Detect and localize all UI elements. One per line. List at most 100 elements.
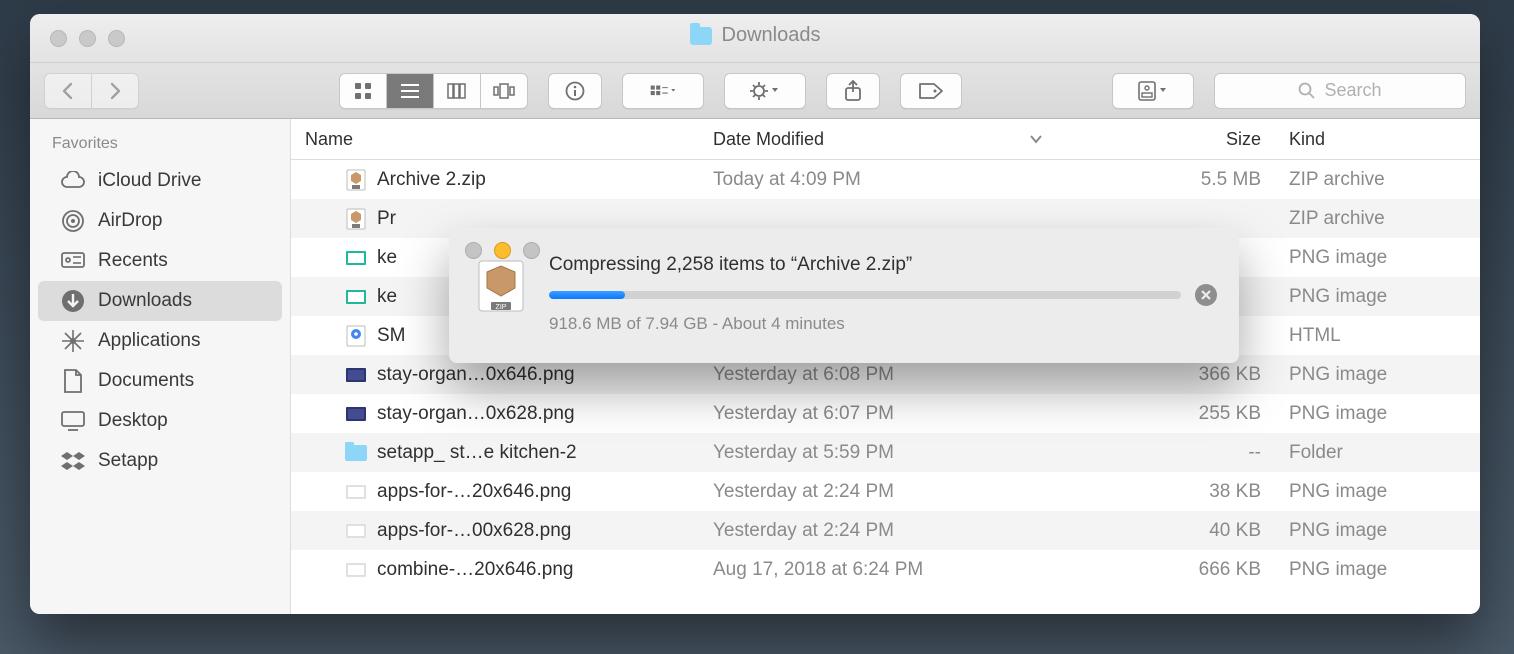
file-size: --: [1057, 442, 1275, 464]
table-row[interactable]: apps-for-…20x646.png Yesterday at 2:24 PM…: [291, 472, 1480, 511]
file-name: setapp_ st…e kitchen-2: [377, 442, 577, 464]
file-size: 38 KB: [1057, 481, 1275, 503]
table-row[interactable]: setapp_ st…e kitchen-2 Yesterday at 5:59 …: [291, 433, 1480, 472]
file-kind: PNG image: [1275, 520, 1480, 542]
file-date: Yesterday at 2:24 PM: [699, 520, 1057, 542]
info-button[interactable]: [548, 73, 602, 109]
compress-progress-dialog: ZIP Compressing 2,258 items to “Archive …: [449, 228, 1239, 363]
file-icon: [345, 169, 367, 191]
dropbox-icon: [60, 448, 86, 474]
file-kind: PNG image: [1275, 559, 1480, 581]
dialog-status: 918.6 MB of 7.94 GB - About 4 minutes: [549, 314, 1217, 334]
sidebar: Favorites iCloud Drive AirDrop Recents Down…: [30, 119, 291, 614]
dialog-zoom-button[interactable]: [523, 242, 540, 259]
file-icon: [345, 325, 367, 347]
table-row[interactable]: stay-organ…0x628.png Yesterday at 6:07 PM…: [291, 394, 1480, 433]
sidebar-item-desktop[interactable]: Desktop: [38, 401, 282, 441]
file-date: Today at 4:09 PM: [699, 169, 1057, 191]
zip-icon: ZIP: [473, 258, 529, 314]
column-kind[interactable]: Kind: [1275, 129, 1480, 150]
file-date: Yesterday at 5:59 PM: [699, 442, 1057, 464]
file-name: apps-for-…20x646.png: [377, 481, 571, 503]
titlebar: Downloads: [30, 14, 1480, 63]
back-button[interactable]: [44, 73, 91, 109]
file-icon: [345, 559, 367, 581]
cloud-icon: [60, 168, 86, 194]
sidebar-item-icloud-drive[interactable]: iCloud Drive: [38, 161, 282, 201]
file-icon: [345, 481, 367, 503]
file-kind: ZIP archive: [1275, 169, 1480, 191]
file-kind: PNG image: [1275, 364, 1480, 386]
file-name: Archive 2.zip: [377, 169, 486, 191]
file-name: SM: [377, 325, 406, 347]
file-kind: HTML: [1275, 325, 1480, 347]
action-button[interactable]: [724, 73, 806, 109]
sidebar-item-label: Downloads: [98, 290, 192, 312]
file-name: stay-organ…0x646.png: [377, 364, 575, 386]
sidebar-item-setapp[interactable]: Setapp: [38, 441, 282, 481]
sidebar-item-label: AirDrop: [98, 210, 162, 232]
apps-icon: [60, 328, 86, 354]
sidebar-item-airdrop[interactable]: AirDrop: [38, 201, 282, 241]
file-name: combine-…20x646.png: [377, 559, 573, 581]
forward-button[interactable]: [91, 73, 139, 109]
desktop-icon: [60, 408, 86, 434]
file-icon: [345, 247, 367, 269]
quick-actions-button[interactable]: [1112, 73, 1194, 109]
column-name[interactable]: Name: [291, 129, 699, 150]
file-date: Yesterday at 2:24 PM: [699, 481, 1057, 503]
column-size[interactable]: Size: [1057, 129, 1275, 150]
dialog-minimize-button[interactable]: [494, 242, 511, 259]
table-row[interactable]: apps-for-…00x628.png Yesterday at 2:24 PM…: [291, 511, 1480, 550]
file-name: apps-for-…00x628.png: [377, 520, 571, 542]
folder-icon: [345, 445, 367, 461]
dialog-title: Compressing 2,258 items to “Archive 2.zi…: [549, 254, 1217, 276]
file-name: Pr: [377, 208, 396, 230]
window-title: Downloads: [722, 24, 821, 47]
file-date: Yesterday at 6:08 PM: [699, 364, 1057, 386]
arrange-button[interactable]: [622, 73, 704, 109]
progress-bar: [549, 291, 1181, 299]
sidebar-item-label: Recents: [98, 250, 168, 272]
tags-button[interactable]: [900, 73, 962, 109]
file-kind: ZIP archive: [1275, 208, 1480, 230]
share-button[interactable]: [826, 73, 880, 109]
column-headers: Name Date Modified Size Kind: [291, 119, 1480, 160]
file-kind: Folder: [1275, 442, 1480, 464]
view-gallery-button[interactable]: [480, 73, 528, 109]
recents-icon: [60, 248, 86, 274]
table-row[interactable]: combine-…20x646.png Aug 17, 2018 at 6:24 …: [291, 550, 1480, 589]
cancel-button[interactable]: [1195, 284, 1217, 306]
file-name: ke: [377, 247, 397, 269]
sidebar-item-label: Applications: [98, 330, 200, 352]
sidebar-item-applications[interactable]: Applications: [38, 321, 282, 361]
file-icon: [345, 403, 367, 425]
sidebar-item-label: Desktop: [98, 410, 168, 432]
column-date-modified[interactable]: Date Modified: [699, 129, 1057, 150]
file-kind: PNG image: [1275, 481, 1480, 503]
view-icon-button[interactable]: [339, 73, 386, 109]
file-icon: [345, 286, 367, 308]
sidebar-item-documents[interactable]: Documents: [38, 361, 282, 401]
file-size: 255 KB: [1057, 403, 1275, 425]
docs-icon: [60, 368, 86, 394]
file-size: 666 KB: [1057, 559, 1275, 581]
file-size: 366 KB: [1057, 364, 1275, 386]
search-field[interactable]: Search: [1214, 73, 1466, 109]
downloads-icon: [60, 288, 86, 314]
file-icon: [345, 364, 367, 386]
sidebar-item-recents[interactable]: Recents: [38, 241, 282, 281]
chevron-down-icon: [1029, 134, 1043, 144]
file-size: 40 KB: [1057, 520, 1275, 542]
table-row[interactable]: Archive 2.zip Today at 4:09 PM5.5 MBZIP a…: [291, 160, 1480, 199]
file-date: Aug 17, 2018 at 6:24 PM: [699, 559, 1057, 581]
sidebar-heading: Favorites: [30, 131, 290, 161]
file-size: 5.5 MB: [1057, 169, 1275, 191]
view-column-button[interactable]: [433, 73, 480, 109]
file-name: stay-organ…0x628.png: [377, 403, 575, 425]
dialog-close-button[interactable]: [465, 242, 482, 259]
sidebar-item-downloads[interactable]: Downloads: [38, 281, 282, 321]
view-list-button[interactable]: [386, 73, 433, 109]
file-date: Yesterday at 6:07 PM: [699, 403, 1057, 425]
search-placeholder: Search: [1324, 80, 1381, 101]
